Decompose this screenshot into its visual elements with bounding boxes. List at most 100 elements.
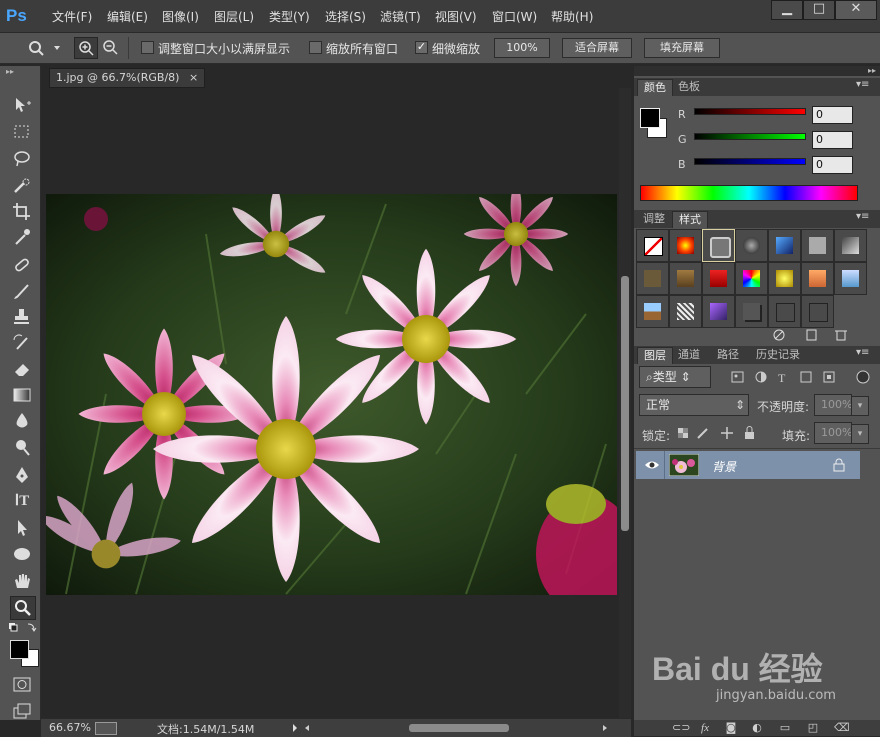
style-swatch[interactable] (669, 229, 702, 262)
lasso-tool-icon[interactable] (10, 148, 34, 170)
brush-tool-icon[interactable] (10, 280, 34, 302)
quick-selection-tool-icon[interactable] (10, 175, 34, 197)
canvas-image[interactable] (46, 194, 617, 595)
document-tab-close-icon[interactable]: × (189, 71, 198, 84)
style-swatch[interactable] (834, 229, 867, 262)
type-tool-icon[interactable]: ⅠT (10, 490, 34, 512)
style-swatch[interactable] (702, 262, 735, 295)
style-swatch[interactable] (669, 295, 702, 328)
zoom-tool-icon[interactable] (10, 596, 36, 620)
style-none-swatch[interactable] (636, 229, 669, 262)
style-swatch[interactable] (801, 295, 834, 328)
quick-mask-icon[interactable] (12, 676, 32, 694)
panel-menu-icon[interactable]: ▾≡ (856, 79, 869, 90)
zoom-100-button[interactable]: 100% (494, 38, 550, 58)
menu-view[interactable]: 视图(V) (435, 8, 477, 25)
style-swatch[interactable] (768, 229, 801, 262)
tab-paths[interactable]: 路径 (711, 347, 745, 363)
style-swatch[interactable] (702, 295, 735, 328)
hand-tool-icon[interactable] (10, 570, 34, 592)
document-tab[interactable]: 1.jpg @ 66.7%(RGB/8) × (49, 68, 206, 88)
resize-windows-checkbox[interactable] (141, 41, 154, 54)
blend-mode-select[interactable]: 正常 ⇕ (639, 394, 749, 416)
style-swatch[interactable] (636, 295, 669, 328)
new-layer-icon[interactable]: ◰ (806, 721, 820, 735)
tab-styles[interactable]: 样式 (672, 211, 708, 228)
zoom-tool-preset-icon[interactable] (28, 40, 62, 56)
style-swatch[interactable] (834, 262, 867, 295)
scrubby-zoom-checkbox[interactable]: ✓ (415, 41, 428, 54)
tab-history[interactable]: 历史记录 (750, 347, 806, 363)
clone-stamp-tool-icon[interactable] (10, 306, 34, 328)
zoom-in-button[interactable] (74, 37, 98, 59)
channel-r-value[interactable]: 0 (812, 106, 853, 124)
vertical-scrollbar-thumb[interactable] (621, 276, 629, 531)
blur-tool-icon[interactable] (10, 410, 34, 432)
layer-style-icon[interactable]: fx (698, 721, 712, 735)
style-swatch[interactable] (801, 229, 834, 262)
style-swatch[interactable] (735, 262, 768, 295)
layer-row[interactable]: 背景 (636, 451, 860, 479)
fill-value[interactable]: 100% (814, 422, 852, 444)
collapse-tools-icon[interactable]: ▸▸ (6, 68, 36, 76)
channel-g-value[interactable]: 0 (812, 131, 853, 149)
fit-screen-button[interactable]: 适合屏幕 (562, 38, 632, 58)
adjustment-layer-icon[interactable]: ◐ (750, 721, 764, 735)
collapse-panels-icon[interactable]: ▸▸ (634, 66, 880, 76)
zoom-out-icon[interactable] (101, 38, 121, 58)
style-swatch-selected[interactable] (702, 229, 735, 262)
menu-filter[interactable]: 滤镜(T) (380, 8, 421, 25)
healing-brush-tool-icon[interactable] (10, 254, 34, 276)
style-swatch[interactable] (735, 295, 768, 328)
channel-g-slider[interactable] (694, 133, 806, 140)
channel-b-slider[interactable] (694, 158, 806, 165)
style-swatch[interactable] (735, 229, 768, 262)
style-swatch[interactable] (768, 262, 801, 295)
panel-menu-icon[interactable]: ▾≡ (856, 211, 869, 222)
screen-mode-icon[interactable] (12, 702, 32, 720)
channel-r-slider[interactable] (694, 108, 806, 115)
opacity-dropdown-icon[interactable]: ▾ (851, 396, 869, 416)
layer-name[interactable]: 背景 (712, 458, 736, 475)
layer-filter-kind[interactable]: ⌕类型 ⇕ (639, 366, 711, 388)
close-button[interactable]: ✕ (835, 0, 877, 20)
link-layers-icon[interactable]: ⊂⊃ (672, 721, 690, 735)
color-fg-swatch[interactable] (640, 108, 660, 128)
menu-type[interactable]: 类型(Y) (269, 8, 310, 25)
maximize-button[interactable]: □ (803, 0, 835, 20)
tab-swatches[interactable]: 色板 (672, 79, 706, 95)
history-brush-tool-icon[interactable] (10, 332, 34, 354)
fill-screen-button[interactable]: 填充屏幕 (644, 38, 720, 58)
zoom-level[interactable]: 66.67% (49, 721, 91, 734)
eyedropper-tool-icon[interactable] (10, 226, 34, 248)
menu-file[interactable]: 文件(F) (52, 8, 92, 25)
menu-help[interactable]: 帮助(H) (551, 8, 593, 25)
style-swatch[interactable] (801, 262, 834, 295)
zoom-all-checkbox[interactable] (309, 41, 322, 54)
eraser-tool-icon[interactable] (10, 358, 34, 380)
menu-select[interactable]: 选择(S) (325, 8, 366, 25)
ellipse-tool-icon[interactable] (10, 543, 34, 565)
style-swatch[interactable] (768, 295, 801, 328)
opacity-value[interactable]: 100% (814, 394, 852, 416)
new-group-icon[interactable]: ▭ (778, 721, 792, 735)
move-tool-icon[interactable] (10, 94, 34, 116)
swap-colors-icon[interactable] (8, 622, 38, 634)
horizontal-scrollbar[interactable] (289, 723, 609, 733)
pen-tool-icon[interactable] (10, 464, 34, 486)
style-swatch[interactable] (636, 262, 669, 295)
minimize-button[interactable]: ▁ (771, 0, 803, 20)
status-icon[interactable] (95, 722, 117, 735)
menu-layer[interactable]: 图层(L) (214, 8, 254, 25)
path-selection-tool-icon[interactable] (10, 517, 34, 539)
style-swatch[interactable] (669, 262, 702, 295)
tab-channels[interactable]: 通道 (672, 347, 706, 363)
panel-menu-icon[interactable]: ▾≡ (856, 347, 869, 358)
fill-dropdown-icon[interactable]: ▾ (851, 424, 869, 444)
tab-color[interactable]: 颜色 (637, 79, 673, 96)
visibility-eye-icon[interactable] (644, 459, 660, 471)
marquee-tool-icon[interactable] (10, 121, 34, 143)
menu-window[interactable]: 窗口(W) (492, 8, 537, 25)
gradient-tool-icon[interactable] (10, 384, 34, 406)
dodge-tool-icon[interactable] (10, 436, 34, 458)
